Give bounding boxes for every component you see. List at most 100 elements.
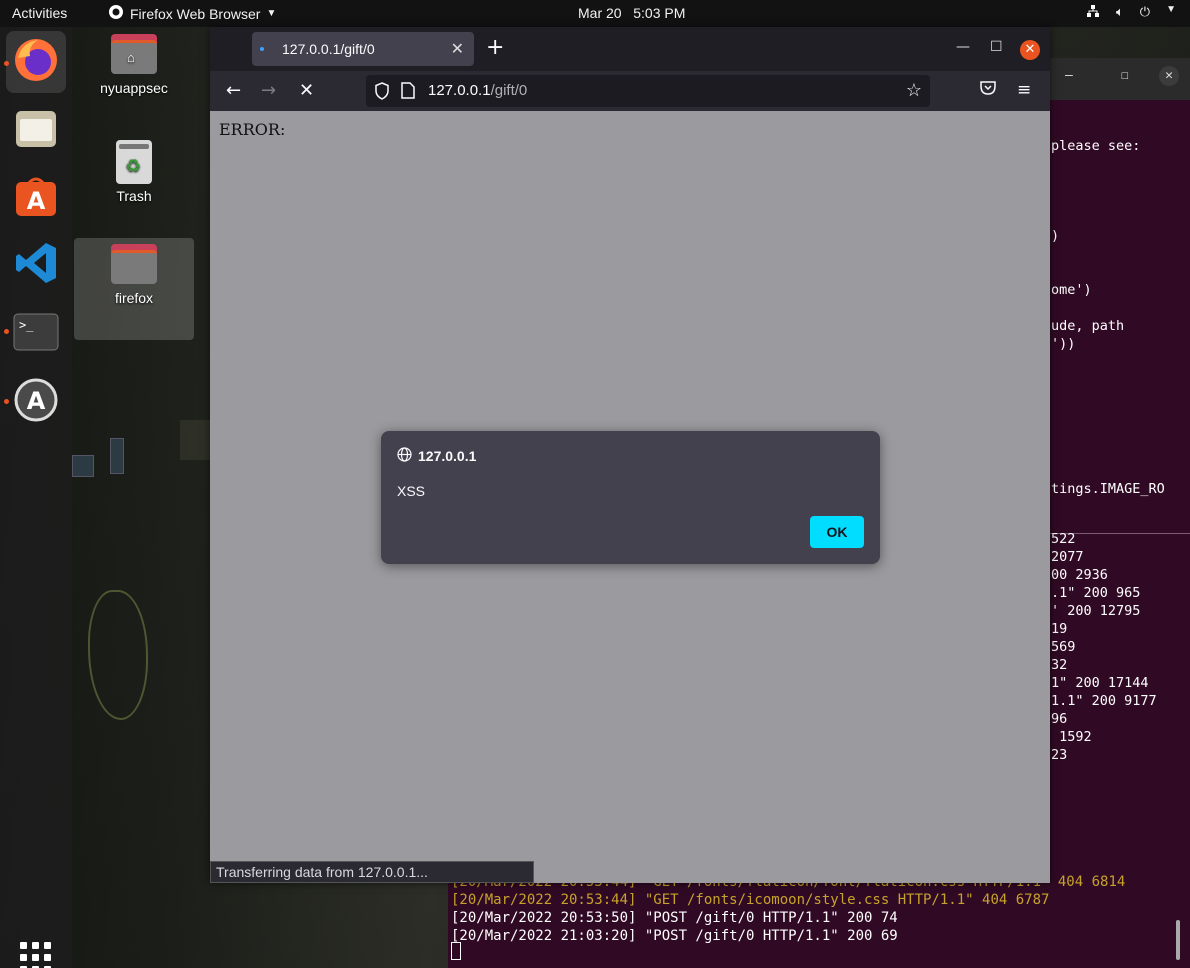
dock-item-firefox[interactable]: [6, 31, 66, 93]
desktop-icon-label: Trash: [116, 188, 152, 204]
running-indicator: [4, 329, 9, 334]
clock[interactable]: Mar 20 5:03 PM: [578, 5, 685, 21]
power-icon: ⏻: [1139, 4, 1151, 19]
terminal-line: ')): [1051, 336, 1076, 352]
terminal-line: 23: [1051, 747, 1068, 763]
running-indicator: [4, 61, 9, 66]
top-bar: Activities Firefox Web Browser ▼ Mar 20 …: [0, 0, 1190, 27]
files-icon: [14, 107, 58, 155]
tab-active[interactable]: 127.0.0.1/gift/0 ✕: [252, 32, 474, 66]
minimize-icon[interactable]: —: [956, 39, 970, 55]
terminal-line: 1.1" 200 9177: [1051, 693, 1157, 709]
software-store-icon: A: [14, 174, 58, 222]
app-menu[interactable]: Firefox Web Browser ▼: [108, 4, 276, 23]
terminal-line: ): [1051, 228, 1060, 244]
running-indicator: [4, 399, 9, 404]
terminal-line: [20/Mar/2022 21:03:20] "POST /gift/0 HTT…: [451, 928, 898, 944]
svg-text:A: A: [27, 387, 46, 415]
url-text: 127.0.0.1/gift/0: [428, 82, 527, 99]
desktop-icon-firefox-folder[interactable]: firefox: [74, 238, 194, 340]
tab-bar: 127.0.0.1/gift/0 ✕ + — ☐ ✕: [210, 27, 1050, 71]
terminal-line: 569: [1051, 639, 1076, 655]
page-error-text: ERROR:: [219, 120, 286, 139]
dialog-origin-label: 127.0.0.1: [418, 448, 477, 464]
update-icon: A: [13, 377, 59, 427]
terminal-titlebar[interactable]: — ☐ ✕: [1049, 58, 1190, 100]
terminal-icon: >_: [13, 313, 59, 355]
maximize-icon[interactable]: ☐: [990, 39, 1003, 55]
terminal-line: 00 2936: [1051, 567, 1108, 583]
dock-item-terminal[interactable]: >_: [6, 303, 66, 365]
forward-button[interactable]: →: [261, 80, 276, 101]
clock-date: Mar 20: [578, 5, 622, 21]
terminal-log-output: [20/Mar/2022 20:53:44] "GET /fonts/flati…: [448, 872, 1190, 968]
terminal-line: 1592: [1051, 729, 1092, 745]
wall-sign: [180, 420, 210, 460]
maximize-icon[interactable]: ☐: [1121, 68, 1129, 83]
close-icon[interactable]: ✕: [1159, 66, 1179, 86]
wall-graffiti: [88, 590, 148, 720]
terminal-line: ude, path: [1051, 318, 1125, 334]
svg-text:A: A: [27, 187, 46, 215]
dock: A >_ A: [0, 27, 72, 968]
desktop-icon-label: nyuappsec: [100, 80, 168, 96]
hamburger-menu-icon[interactable]: ≡: [1017, 80, 1031, 100]
terminal-scrollbar[interactable]: [1176, 920, 1180, 960]
dock-item-updater[interactable]: A: [6, 371, 66, 433]
page-icon[interactable]: [401, 82, 415, 103]
desktop-icon-label: firefox: [114, 290, 154, 306]
dialog-origin: 127.0.0.1: [397, 447, 476, 465]
clock-time: 5:03 PM: [633, 5, 686, 21]
firefox-icon: [108, 4, 124, 23]
terminal-line: 1" 200 17144: [1051, 675, 1149, 691]
desktop-icon-home[interactable]: ⌂ nyuappsec: [74, 34, 194, 96]
chevron-down-icon: ▼: [1166, 4, 1176, 15]
terminal-line: 32: [1051, 657, 1068, 673]
volume-icon: 🔈︎: [1115, 4, 1124, 19]
tab-title: 127.0.0.1/gift/0: [282, 41, 375, 57]
system-menu[interactable]: 🔈︎ ⏻ ▼: [1086, 4, 1176, 21]
terminal-line: 522: [1051, 531, 1076, 547]
activities-button[interactable]: Activities: [12, 5, 67, 21]
stop-button[interactable]: ✕: [299, 80, 314, 101]
dialog-message: XSS: [397, 483, 426, 499]
close-icon[interactable]: ✕: [451, 39, 464, 59]
terminal-line: ' 200 12795: [1051, 603, 1141, 619]
home-folder-icon: ⌂: [111, 34, 157, 74]
svg-text:>_: >_: [19, 318, 34, 332]
terminal-line: [20/Mar/2022 20:53:44] "GET /fonts/icomo…: [451, 892, 1050, 908]
terminal-line: 19: [1051, 621, 1068, 637]
shield-icon[interactable]: [374, 82, 390, 104]
globe-icon: [397, 447, 412, 465]
back-button[interactable]: ←: [226, 80, 241, 101]
terminal-line: .1" 200 965: [1051, 585, 1141, 601]
bookmark-star-icon[interactable]: ☆: [906, 80, 922, 101]
loading-indicator: [260, 47, 264, 51]
terminal-line: tings.IMAGE_RO: [1051, 481, 1165, 497]
terminal-line: ome'): [1051, 282, 1092, 298]
terminal-window[interactable]: — ☐ ✕ please see: ) ome') ude, path ')) …: [1049, 58, 1190, 968]
terminal-line: 96: [1051, 711, 1068, 727]
dock-item-vscode[interactable]: [6, 234, 66, 296]
wall-sign: [72, 455, 94, 477]
dock-item-files[interactable]: [6, 100, 66, 162]
desktop-icon-trash[interactable]: ♻ Trash: [74, 140, 194, 204]
minimize-icon[interactable]: —: [1065, 68, 1073, 83]
folder-icon: [111, 244, 157, 284]
dock-item-software[interactable]: A: [6, 167, 66, 229]
app-menu-label: Firefox Web Browser: [130, 5, 261, 22]
ok-button[interactable]: OK: [810, 516, 864, 548]
status-bar: Transferring data from 127.0.0.1...: [210, 861, 534, 883]
chevron-down-icon: ▼: [266, 8, 277, 19]
wall-sign: [110, 438, 124, 474]
terminal-line: please see:: [1051, 138, 1141, 154]
url-bar[interactable]: 127.0.0.1/gift/0 ☆: [366, 75, 930, 107]
close-window-button[interactable]: ✕: [1020, 40, 1040, 60]
show-apps-button[interactable]: [20, 942, 51, 968]
trash-icon: ♻: [116, 140, 152, 184]
vscode-icon: [14, 241, 58, 289]
new-tab-button[interactable]: +: [486, 35, 504, 60]
pocket-icon[interactable]: [980, 80, 996, 100]
terminal-cursor: [451, 942, 461, 960]
firefox-icon: [12, 36, 60, 88]
